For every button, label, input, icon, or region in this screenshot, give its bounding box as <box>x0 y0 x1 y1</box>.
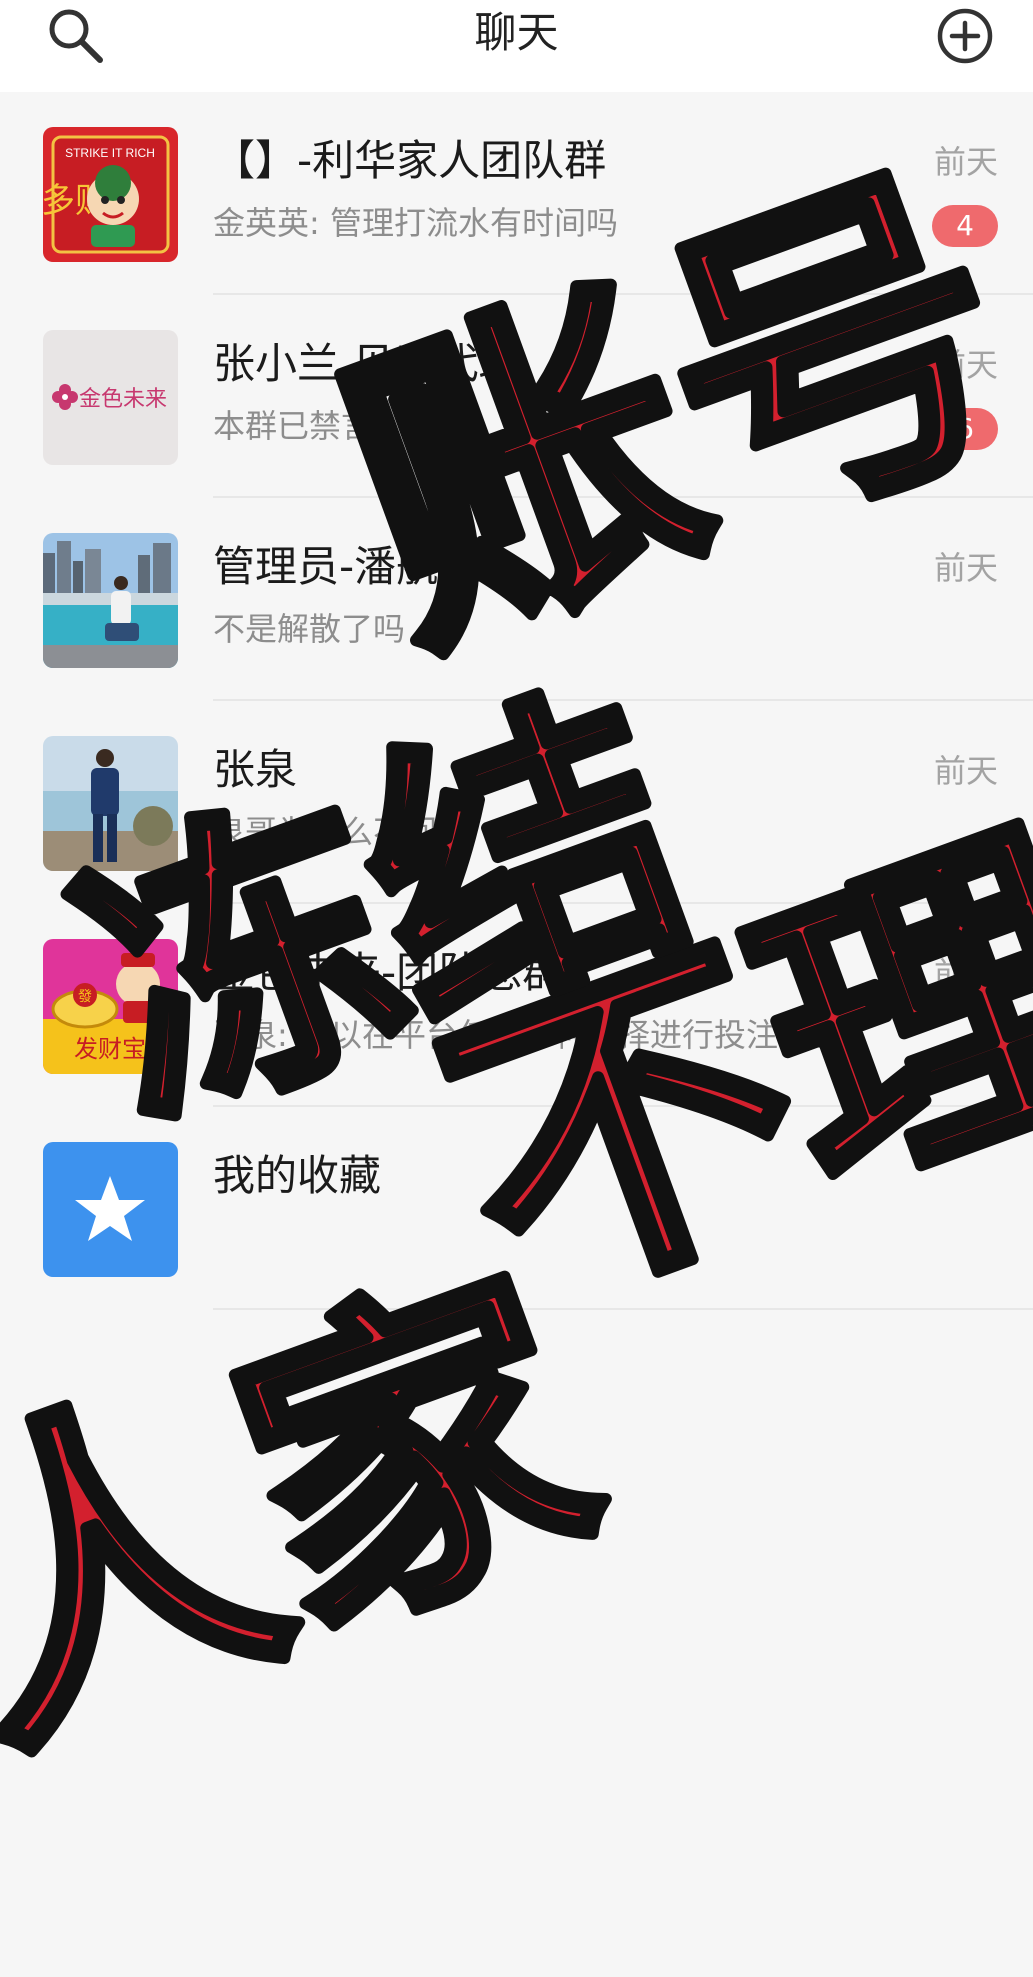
chat-time: 前天 <box>933 143 998 181</box>
treasure-avatar: 發 发财宝 <box>43 939 178 1074</box>
brand-logo-avatar: 金色未来 <box>43 330 178 465</box>
chat-preview: 张泉: 可以在平台任意彩种选择进行投注 <box>213 1016 778 1054</box>
photo-avatar-waterfront <box>43 533 178 668</box>
unread-badge: 4 <box>932 205 998 247</box>
avatar-caption: STRIKE IT RICH <box>65 146 155 160</box>
photo-avatar-man-suit <box>43 736 178 871</box>
unread-badge: 6 <box>932 408 998 450</box>
chat-name: 张泉 <box>213 745 298 794</box>
chat-name: 我的收藏 <box>213 1151 382 1200</box>
chat-name: 张小兰 见习代理 <box>213 339 521 388</box>
chat-name: 金色未来-团队总群 <box>213 948 565 997</box>
chat-preview: 本群已禁言 <box>213 407 374 445</box>
chat-name: 管理员-潘航 <box>213 542 439 591</box>
row-divider <box>213 1308 1033 1310</box>
chat-list: STRIKE IT RICH 多财 【】-利华家人团队群 金英英: 管理打流水有… <box>0 92 1033 1310</box>
chat-time: 前天 <box>933 346 998 384</box>
avatar-coin-glyph: 發 <box>78 989 92 1005</box>
chat-preview: 泉哥为什么不回复 <box>213 813 470 851</box>
avatar-caption: 发财宝 <box>74 1035 146 1063</box>
chat-preview: 金英英: 管理打流水有时间吗 <box>213 204 618 242</box>
chat-row-golden-future-group[interactable]: 發 发财宝 金色未来-团队总群 张泉: 可以在平台任意彩种选择进行投注 前天 <box>0 904 1033 1107</box>
chat-row-favorites[interactable]: 我的收藏 <box>0 1107 1033 1310</box>
chat-time: 前天 <box>933 752 998 790</box>
chat-row-lihua-group[interactable]: STRIKE IT RICH 多财 【】-利华家人团队群 金英英: 管理打流水有… <box>0 92 1033 295</box>
star-icon <box>43 1142 178 1277</box>
page-title: 聊天 <box>474 8 559 57</box>
chat-preview: 不是解散了吗 <box>213 610 406 648</box>
chat-row-zhangxiaolan[interactable]: 金色未来 张小兰 见习代理 本群已禁言 前天 6 <box>0 295 1033 498</box>
chat-time: 前天 <box>933 955 998 993</box>
chat-row-admin-panhang[interactable]: 管理员-潘航 不是解散了吗 前天 <box>0 498 1033 701</box>
avatar-brand-text: 金色未来 <box>79 387 167 412</box>
app-header: 聊天 <box>0 0 1033 92</box>
chat-time: 前天 <box>933 549 998 587</box>
chat-name: 【】-利华家人团队群 <box>213 136 607 185</box>
add-circle-icon[interactable] <box>935 6 995 66</box>
fortune-god-avatar: STRIKE IT RICH 多财 <box>43 127 178 262</box>
chat-row-zhangquan[interactable]: 张泉 泉哥为什么不回复 前天 <box>0 701 1033 904</box>
